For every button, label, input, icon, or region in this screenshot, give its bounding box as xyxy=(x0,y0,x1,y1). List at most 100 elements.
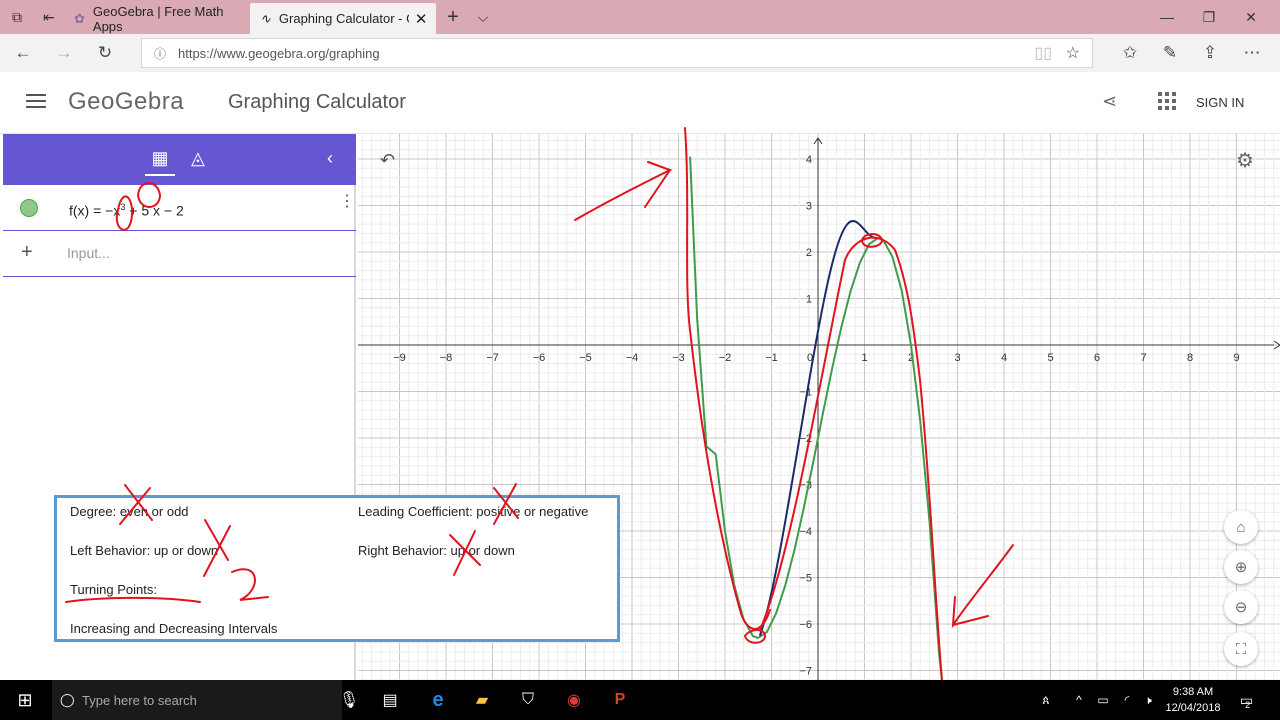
fullscreen-icon[interactable]: ⛶ xyxy=(1224,632,1258,666)
page-title: Graphing Calculator xyxy=(228,91,406,113)
visibility-toggle-icon[interactable] xyxy=(20,199,38,217)
close-window-button[interactable]: ✕ xyxy=(1234,0,1268,34)
refresh-icon[interactable]: ↻ xyxy=(86,34,124,72)
apps-grid-icon[interactable] xyxy=(1158,92,1176,115)
x-tick-label: −3 xyxy=(672,352,685,364)
tab-graphing-calculator[interactable]: ∿ Graphing Calculator - G ✕ xyxy=(250,3,436,34)
forward-arrow-icon[interactable]: → xyxy=(45,34,83,72)
function-row[interactable]: f(x) = −x3 + 5 x − 2 ⋮ xyxy=(3,185,356,231)
action-center-icon[interactable]: ▭ 2 xyxy=(1232,680,1258,720)
input-field[interactable]: Input... xyxy=(67,245,110,261)
tab-list-icon[interactable]: ⧉ xyxy=(0,0,34,34)
row-menu-icon[interactable]: ⋮ xyxy=(339,191,355,211)
share-icon[interactable]: ⇪ xyxy=(1191,34,1229,72)
y-tick-label: 1 xyxy=(806,294,812,306)
set-aside-tabs-icon[interactable]: ⇤ xyxy=(32,0,66,34)
leading-coefficient-note: Leading Coefficient: positive or negativ… xyxy=(358,504,589,519)
algebra-panel-toolbar: ▦ ◬ ‹ xyxy=(3,134,356,185)
browser-nav-bar: ← → ↻ ⓘ https://www.geogebra.org/graphin… xyxy=(0,34,1280,72)
x-tick-label: 9 xyxy=(1233,352,1239,364)
geometry-tools-icon[interactable]: ◬ xyxy=(191,148,205,169)
cortana-circle-icon: ◯ xyxy=(60,692,75,707)
info-icon: ⓘ xyxy=(154,46,167,61)
web-note-pen-icon[interactable]: ✎ xyxy=(1151,34,1189,72)
y-tick-label: −6 xyxy=(799,619,812,631)
address-bar[interactable]: ⓘ https://www.geogebra.org/graphing ▯▯ ☆ xyxy=(141,38,1093,68)
degree-note: Degree: even or odd xyxy=(70,504,189,519)
new-tab-button[interactable]: + xyxy=(436,0,470,34)
battery-icon[interactable]: ▭ xyxy=(1092,680,1114,720)
x-tick-label: −4 xyxy=(626,352,639,364)
share-icon[interactable]: ⋖ xyxy=(1102,91,1117,112)
x-tick-label: 5 xyxy=(1047,352,1053,364)
wifi-icon[interactable]: ◜ xyxy=(1116,680,1138,720)
left-behavior-note: Left Behavior: up or down xyxy=(70,543,219,558)
y-tick-label: −5 xyxy=(799,573,812,585)
geogebra-favicon-icon: ✿ xyxy=(74,10,85,26)
chrome-icon[interactable]: ◉ xyxy=(558,680,590,720)
microphone-icon[interactable]: 🎙︎ xyxy=(339,680,359,720)
intervals-note: Increasing and Decreasing Intervals xyxy=(70,621,278,636)
hamburger-menu-icon[interactable] xyxy=(26,94,46,108)
minimize-button[interactable]: — xyxy=(1150,0,1184,34)
function-definition[interactable]: f(x) = −x3 + 5 x − 2 xyxy=(69,202,184,219)
x-tick-label: 3 xyxy=(954,352,960,364)
geogebra-logo[interactable]: GeoGebra xyxy=(68,88,184,116)
settings-gear-icon[interactable]: ⚙ xyxy=(1236,148,1254,173)
show-hidden-icons-chevron[interactable]: ^ xyxy=(1070,680,1088,720)
y-tick-label: −2 xyxy=(799,433,812,445)
geogebra-header: GeoGebra Graphing Calculator ⋖ SIGN IN xyxy=(0,72,1280,134)
sign-in-button[interactable]: SIGN IN xyxy=(1196,95,1244,110)
notes-box: Degree: even or odd Leading Coefficient:… xyxy=(54,495,620,642)
x-tick-label: −5 xyxy=(579,352,592,364)
calculator-icon[interactable]: ▦ xyxy=(145,148,175,176)
x-tick-label: 4 xyxy=(1001,352,1007,364)
edge-browser-icon[interactable]: e xyxy=(422,680,454,720)
x-tick-label: −1 xyxy=(765,352,778,364)
y-tick-label: 3 xyxy=(806,201,812,213)
close-tab-icon[interactable]: ✕ xyxy=(415,10,428,28)
windows-start-icon[interactable]: ⊞ xyxy=(4,680,46,720)
reading-view-icon[interactable]: ▯▯ xyxy=(1034,43,1052,63)
y-tick-label: −7 xyxy=(799,666,812,678)
favorite-star-icon[interactable]: ☆ xyxy=(1066,43,1080,63)
x-tick-label: −7 xyxy=(486,352,499,364)
x-tick-label: 1 xyxy=(861,352,867,364)
clock[interactable]: 9:38 AM 12/04/2018 xyxy=(1162,684,1224,716)
people-icon[interactable]: ጰ xyxy=(1034,680,1058,720)
home-view-icon[interactable]: ⌂ xyxy=(1224,510,1258,544)
x-tick-label: 7 xyxy=(1140,352,1146,364)
windows-taskbar: ⊞ ◯ Type here to search 🎙︎ ▤ e ▰ ⛉ ◉ P ጰ… xyxy=(0,680,1280,720)
store-icon[interactable]: ⛉ xyxy=(512,680,544,720)
zoom-out-icon[interactable]: ⊖ xyxy=(1224,590,1258,624)
undo-icon[interactable]: ↶ xyxy=(380,150,395,171)
input-row[interactable]: + Input... xyxy=(3,231,356,277)
x-tick-label: −8 xyxy=(440,352,453,364)
url-text: https://www.geogebra.org/graphing xyxy=(178,45,380,61)
task-view-icon[interactable]: ▤ xyxy=(374,680,406,720)
browser-tab-bar: ⧉ ⇤ ✿ GeoGebra | Free Math Apps ∿ Graphi… xyxy=(0,0,1280,34)
x-tick-label: −6 xyxy=(533,352,546,364)
x-tick-label: −9 xyxy=(393,352,406,364)
tab-geogebra-apps[interactable]: ✿ GeoGebra | Free Math Apps xyxy=(64,3,250,34)
zoom-in-icon[interactable]: ⊕ xyxy=(1224,550,1258,584)
file-explorer-icon[interactable]: ▰ xyxy=(466,680,498,720)
tab-preview-chevron-icon[interactable]: ⌵ xyxy=(466,0,500,34)
volume-muted-icon[interactable]: 🕨︎ xyxy=(1138,680,1158,720)
y-tick-label: 4 xyxy=(806,154,812,166)
y-tick-label: −4 xyxy=(799,526,812,538)
more-options-icon[interactable]: ⋯ xyxy=(1233,34,1271,72)
back-arrow-icon[interactable]: ← xyxy=(4,34,42,72)
favorites-list-icon[interactable]: ✩ xyxy=(1111,34,1149,72)
add-plus-icon[interactable]: + xyxy=(21,241,33,264)
x-tick-label: −2 xyxy=(719,352,732,364)
x-tick-label: 8 xyxy=(1187,352,1193,364)
graphing-favicon-icon: ∿ xyxy=(260,10,271,26)
powerpoint-icon[interactable]: P xyxy=(604,680,636,720)
collapse-panel-chevron-icon[interactable]: ‹ xyxy=(327,148,333,169)
x-tick-label: 6 xyxy=(1094,352,1100,364)
search-box[interactable]: ◯ Type here to search xyxy=(52,680,342,720)
y-tick-label: 2 xyxy=(806,247,812,259)
maximize-button[interactable]: ❐ xyxy=(1192,0,1226,34)
right-behavior-note: Right Behavior: up or down xyxy=(358,543,515,558)
